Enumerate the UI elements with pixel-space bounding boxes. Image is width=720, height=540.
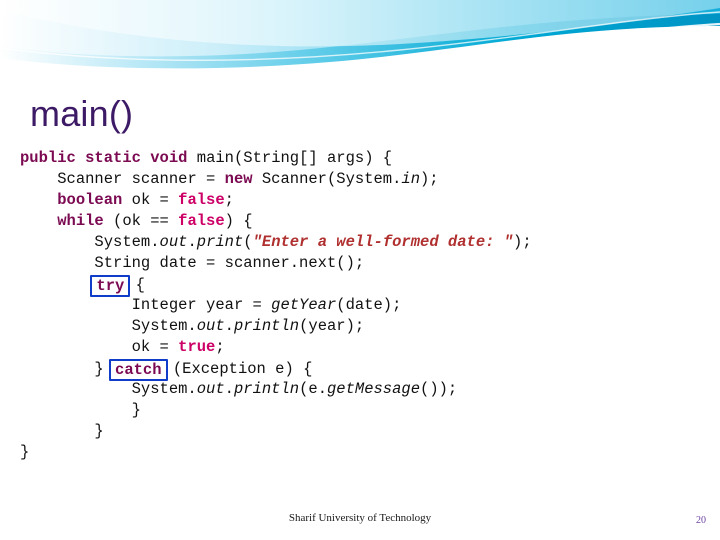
code-token: false bbox=[178, 191, 225, 209]
slide-footer: Sharif University of Technology bbox=[288, 512, 432, 524]
code-token: Scanner scanner = bbox=[57, 170, 225, 188]
decorative-banner bbox=[0, 0, 720, 78]
code-line: } bbox=[20, 421, 710, 442]
code-token: . bbox=[187, 233, 197, 251]
code-line: public static void main(String[] args) { bbox=[20, 148, 710, 169]
code-token: println bbox=[233, 317, 300, 335]
code-token: out bbox=[196, 380, 225, 398]
code-token: ; bbox=[215, 338, 225, 356]
slide: main() public static void main(String[] … bbox=[0, 0, 720, 540]
code-line: } catch (Exception e) { bbox=[20, 358, 710, 381]
code-token: void bbox=[150, 149, 188, 167]
code-token: "Enter a well-formed date: " bbox=[252, 233, 514, 251]
code-token: ; bbox=[224, 191, 234, 209]
highlighted-keyword: catch bbox=[109, 359, 168, 381]
code-token: ()); bbox=[420, 380, 458, 398]
code-token: . bbox=[224, 317, 234, 335]
code-token: out bbox=[196, 317, 225, 335]
code-token: true bbox=[178, 338, 216, 356]
code-token: getMessage bbox=[327, 380, 421, 398]
code-token: false bbox=[178, 212, 225, 230]
code-token: (year); bbox=[299, 317, 365, 335]
page-title: main() bbox=[30, 93, 134, 134]
code-line: System.out.println(e.getMessage()); bbox=[20, 379, 710, 400]
code-line: System.out.println(year); bbox=[20, 316, 710, 337]
code-token: in bbox=[401, 170, 420, 188]
code-line: String date = scanner.next(); bbox=[20, 253, 710, 274]
code-token: (e. bbox=[299, 380, 327, 398]
code-token: boolean bbox=[57, 191, 123, 209]
code-token: String date = scanner.next(); bbox=[94, 254, 365, 272]
code-token: } bbox=[20, 443, 30, 461]
code-line: try { bbox=[20, 274, 710, 297]
code-token: (ok == bbox=[103, 212, 179, 230]
code-line: Scanner scanner = new Scanner(System.in)… bbox=[20, 169, 710, 190]
code-token: . bbox=[224, 380, 234, 398]
code-line: while (ok == false) { bbox=[20, 211, 710, 232]
code-line: Integer year = getYear(date); bbox=[20, 295, 710, 316]
code-token: public bbox=[20, 149, 76, 167]
code-token: ( bbox=[243, 233, 253, 251]
code-line: boolean ok = false; bbox=[20, 190, 710, 211]
code-token: Scanner(System. bbox=[252, 170, 402, 188]
code-token: ok = bbox=[131, 338, 179, 356]
code-token: static bbox=[85, 149, 141, 167]
code-token: main(String[] args) { bbox=[196, 149, 393, 167]
code-token: (Exception e) { bbox=[163, 360, 313, 378]
code-block: public static void main(String[] args) {… bbox=[20, 148, 710, 463]
code-token: new bbox=[224, 170, 253, 188]
code-token: } bbox=[131, 401, 141, 419]
code-token: ) { bbox=[224, 212, 253, 230]
code-line: } bbox=[20, 442, 710, 463]
code-token: } bbox=[94, 422, 104, 440]
code-token: println bbox=[233, 380, 300, 398]
banner-swoosh-graphic bbox=[0, 0, 720, 74]
code-token: System. bbox=[131, 317, 197, 335]
code-token: System. bbox=[131, 380, 197, 398]
code-token: Integer year = bbox=[131, 296, 272, 314]
code-line: ok = true; bbox=[20, 337, 710, 358]
code-token: ); bbox=[513, 233, 532, 251]
code-token: print bbox=[196, 233, 244, 251]
code-line: } bbox=[20, 400, 710, 421]
code-token: out bbox=[159, 233, 188, 251]
highlighted-keyword: try bbox=[90, 275, 131, 297]
code-token: getYear bbox=[271, 296, 337, 314]
code-token: System. bbox=[94, 233, 160, 251]
code-token: ); bbox=[420, 170, 439, 188]
code-token: while bbox=[57, 212, 104, 230]
code-token: (date); bbox=[336, 296, 402, 314]
code-line: System.out.print("Enter a well-formed da… bbox=[20, 232, 710, 253]
page-number: 20 bbox=[696, 515, 706, 526]
code-token: ok = bbox=[122, 191, 179, 209]
